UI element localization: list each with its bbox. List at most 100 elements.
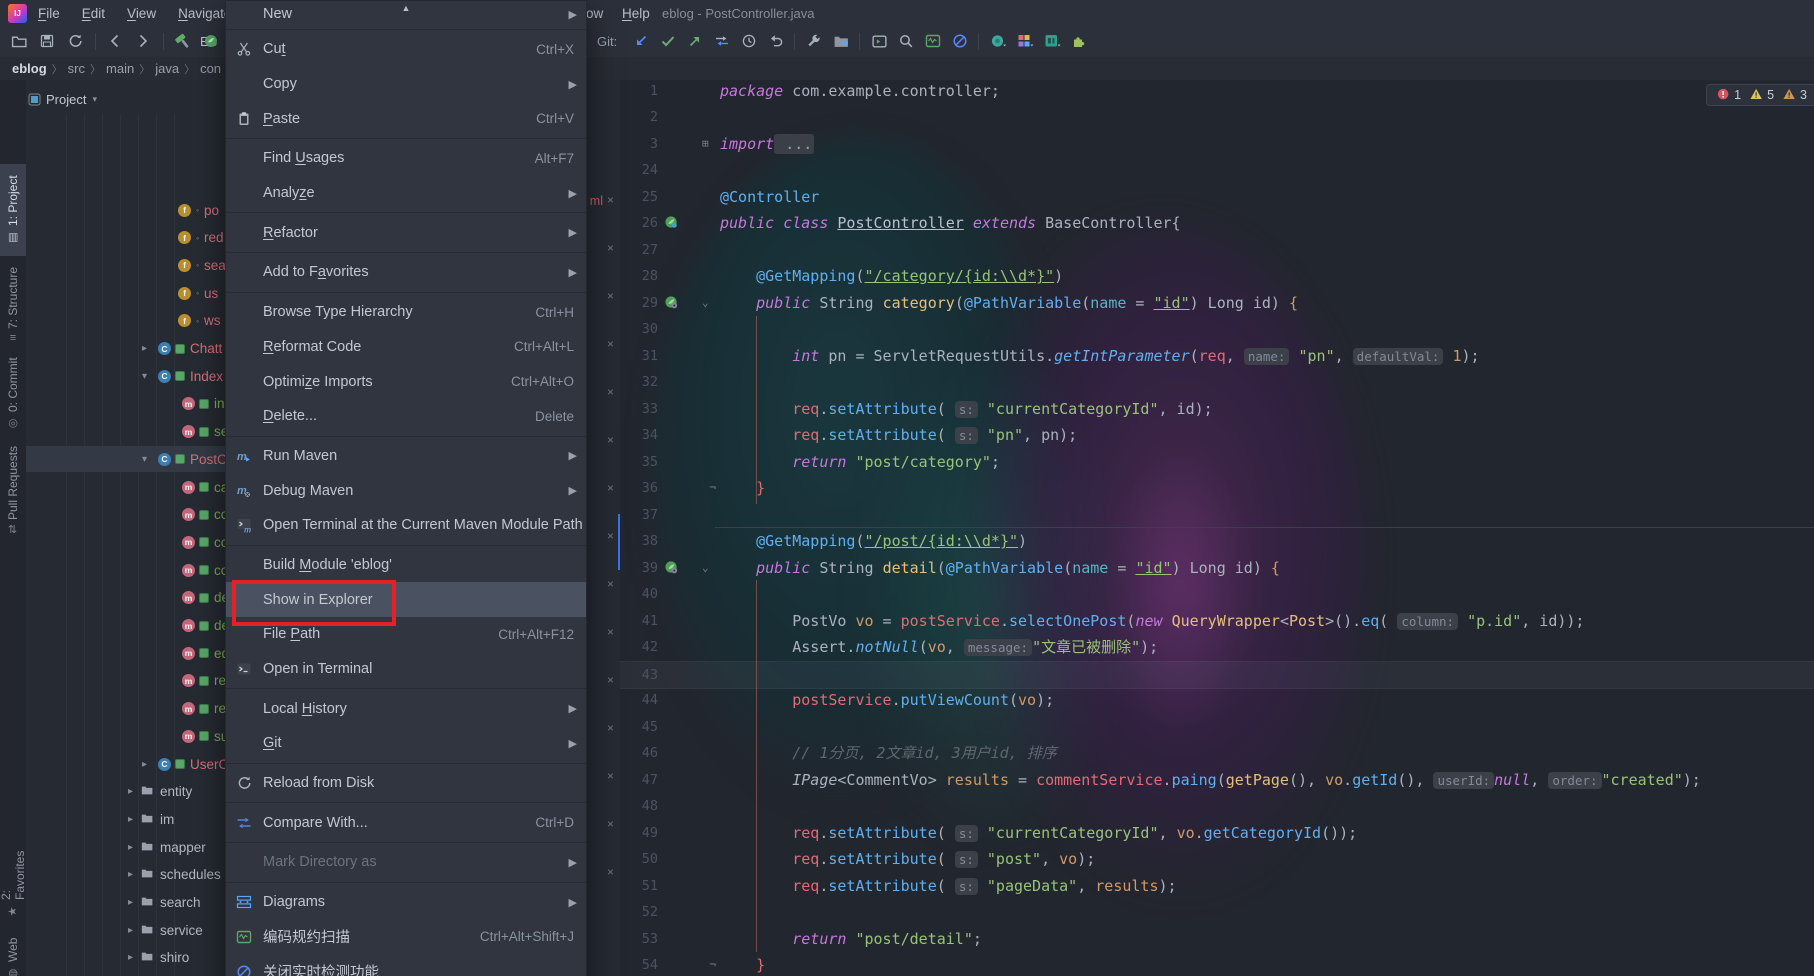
code-line[interactable]: 25@Controller (620, 184, 1814, 211)
menu-window-fragment[interactable]: ow (586, 6, 603, 21)
toolbar-run-console-button[interactable] (868, 30, 890, 52)
menu-item-local-history[interactable]: Local History▶ (226, 691, 586, 726)
chevron-down-icon[interactable]: ▾ (142, 454, 147, 465)
code-editor[interactable]: 1package com.example.controller;23⊞impor… (620, 80, 1814, 976)
stripe-button-pull-requests[interactable]: ⇅Pull Requests (0, 442, 26, 538)
menu-item-optimize-imports[interactable]: Optimize ImportsCtrl+Alt+O (226, 364, 586, 399)
chevron-right-icon[interactable]: ▸ (128, 869, 133, 880)
menu-item-open-terminal-at-the-current-maven-module-path[interactable]: mOpen Terminal at the Current Maven Modu… (226, 508, 586, 543)
code-line[interactable]: 42 Assert.notNull(vo, message:"文章已被删除"); (620, 634, 1814, 661)
tree-row-de[interactable]: mde (26, 614, 225, 638)
breadcrumb-item-con[interactable]: con (200, 61, 221, 76)
toolbar-sync-button[interactable] (64, 30, 86, 52)
tree-row-po[interactable]: f◦po (26, 198, 225, 222)
toolbar-plugin-colors-button[interactable] (1014, 30, 1036, 52)
tree-row-search[interactable]: ▸search (26, 891, 225, 915)
tree-row-ind[interactable]: mind (26, 392, 225, 416)
toolbar-run-config-leaf-button[interactable] (200, 30, 222, 52)
fold-end-icon[interactable]: ⌐ (702, 475, 716, 502)
code-line[interactable]: 28 @GetMapping("/category/{id:\\d*}") (620, 263, 1814, 290)
tree-row-PostC[interactable]: ▾CPostC (26, 447, 225, 471)
chevron-right-icon[interactable]: ▸ (128, 897, 133, 908)
code-line[interactable]: 46 // 1分页, 2文章id, 3用户id, 排序 (620, 740, 1814, 767)
breadcrumb-item-java[interactable]: java (155, 61, 179, 76)
toolbar-hammer-button[interactable] (172, 30, 194, 52)
chevron-right-icon[interactable]: ▸ (128, 814, 133, 825)
tab-close-icon[interactable]: × (607, 866, 614, 878)
tree-row-service[interactable]: ▸service (26, 918, 225, 942)
tree-row-co[interactable]: mco (26, 558, 225, 582)
code-line[interactable]: 48 (620, 793, 1814, 820)
toolbar-back-arrow-button[interactable] (104, 30, 126, 52)
menu-item-refactor[interactable]: Refactor▶ (226, 215, 586, 250)
code-line[interactable]: 30 (620, 316, 1814, 343)
tree-row-de[interactable]: mde (26, 586, 225, 610)
menu-item-diagrams[interactable]: Diagrams▶ (226, 885, 586, 920)
tree-row-re[interactable]: mre (26, 697, 225, 721)
code-line[interactable]: 44 postService.putViewCount(vo); (620, 687, 1814, 714)
menu-item-copy[interactable]: Copy▶ (226, 67, 586, 102)
tree-row-Index[interactable]: ▾CIndex (26, 364, 225, 388)
tree-row-us[interactable]: f◦us (26, 281, 225, 305)
toolbar-git-push-button[interactable] (684, 30, 706, 52)
toolbar-forward-arrow-button[interactable] (132, 30, 154, 52)
code-line[interactable]: 32 (620, 369, 1814, 396)
code-line[interactable]: 38 @GetMapping("/post/{id:\\d*}") (620, 528, 1814, 555)
breadcrumb-item-eblog[interactable]: eblog (12, 61, 47, 76)
code-line[interactable]: 54⌐ } (620, 952, 1814, 976)
menu-item-reload-from-disk[interactable]: Reload from Disk (226, 766, 586, 801)
tree-row-red[interactable]: f◦red (26, 226, 225, 250)
tree-row-UserC[interactable]: ▸CUserC (26, 752, 225, 776)
breadcrumb-item-src[interactable]: src (68, 61, 85, 76)
chevron-right-icon[interactable]: ▸ (128, 786, 133, 797)
menu-item-mark-directory-as[interactable]: Mark Directory as▶ (226, 845, 586, 880)
toolbar-history-clock-button[interactable] (738, 30, 760, 52)
fold-plus-icon[interactable]: ⊞ (702, 131, 716, 158)
toolbar-save-button[interactable] (36, 30, 58, 52)
code-line[interactable]: 39⌄ public String detail(@PathVariable(n… (620, 555, 1814, 582)
code-line[interactable]: 2 (620, 104, 1814, 131)
code-line[interactable]: 53 return "post/detail"; (620, 926, 1814, 953)
code-line[interactable]: 33 req.setAttribute( s: "currentCategory… (620, 396, 1814, 423)
menu-help[interactable]: Help (614, 6, 658, 21)
menubar-item-edit[interactable]: Edit (74, 6, 113, 21)
bean-mapping-gutter-icon[interactable] (664, 295, 679, 310)
tab-close-icon[interactable]: × (607, 290, 614, 302)
toolbar-git-commit-button[interactable] (657, 30, 679, 52)
tab-close-icon[interactable]: × (607, 770, 614, 782)
toolbar-disable-inspection-button[interactable] (949, 30, 971, 52)
code-line[interactable]: 45 (620, 714, 1814, 741)
code-line[interactable]: 40 (620, 581, 1814, 608)
inspections-widget[interactable]: 153 (1706, 84, 1814, 106)
stripe-button----project[interactable]: ▤1: Project (0, 164, 26, 256)
toolbar-rollback-button[interactable] (765, 30, 787, 52)
menu-item-git[interactable]: Git▶ (226, 726, 586, 761)
code-line[interactable]: 41 PostVo vo = postService.selectOnePost… (620, 608, 1814, 635)
tree-row-Chatt[interactable]: ▸CChatt (26, 337, 225, 361)
chevron-right-icon[interactable]: ▸ (128, 842, 133, 853)
code-line[interactable]: 36⌐ } (620, 475, 1814, 502)
toolbar-project-structure-button[interactable] (830, 30, 852, 52)
stripe-button----commit[interactable]: ◎0: Commit (0, 354, 26, 434)
menu-item-find-usages[interactable]: Find UsagesAlt+F7 (226, 141, 586, 176)
stripe-button----favorites[interactable]: ★2: Favorites (0, 838, 26, 918)
chevron-right-icon[interactable]: ▸ (142, 759, 147, 770)
toolbar-search-button[interactable] (895, 30, 917, 52)
toolbar-folder-open-button[interactable] (8, 30, 30, 52)
tree-row-re[interactable]: mre (26, 669, 225, 693)
caret-line[interactable]: 43 (620, 661, 1814, 690)
toolbar-plugin-teal-button[interactable] (1041, 30, 1063, 52)
code-line[interactable]: 50 req.setAttribute( s: "post", vo); (620, 846, 1814, 873)
tree-row-schedules[interactable]: ▸schedules (26, 863, 225, 887)
tree-row-ws[interactable]: f◦ws (26, 309, 225, 333)
tab-close-icon[interactable]: × (607, 242, 614, 254)
code-line[interactable]: 37 (620, 502, 1814, 529)
tab-close-icon[interactable]: × (607, 194, 614, 206)
breadcrumb-item-main[interactable]: main (106, 61, 134, 76)
menu-item-run-maven[interactable]: mRun Maven▶ (226, 439, 586, 474)
chevron-right-icon[interactable]: ▸ (128, 925, 133, 936)
menu-item-paste[interactable]: PasteCtrl+V (226, 101, 586, 136)
toolbar-plugin-puzzle-button[interactable] (1068, 30, 1090, 52)
menu-item-reformat-code[interactable]: Reformat CodeCtrl+Alt+L (226, 330, 586, 365)
project-panel-header[interactable]: Project ▾ (26, 88, 97, 110)
